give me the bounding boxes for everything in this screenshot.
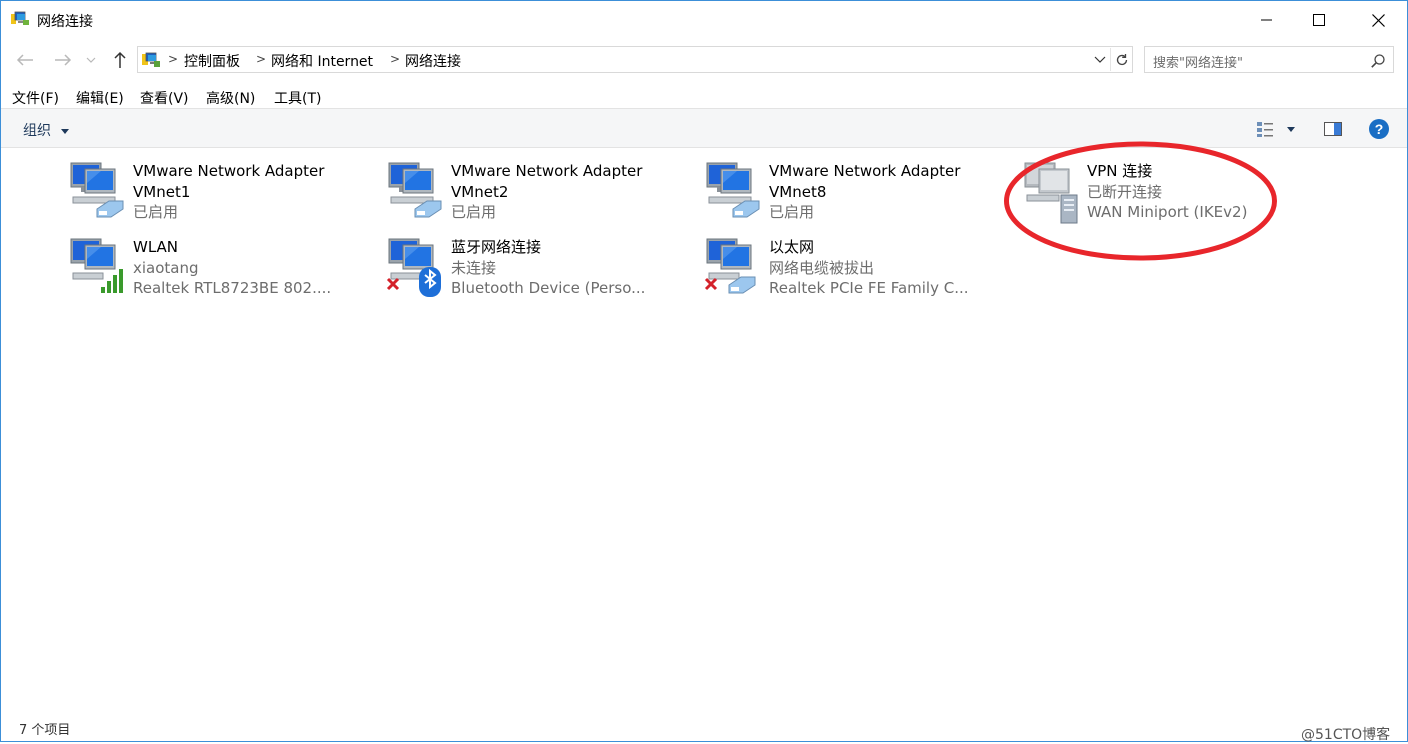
connection-status: 已启用 [133, 203, 179, 221]
title-bar: 网络连接 [1, 1, 1407, 39]
chevron-down-icon [1094, 56, 1106, 63]
connection-name-line2: VMnet1 [133, 182, 191, 201]
menu-edit[interactable]: 编辑(E) [76, 88, 124, 108]
minimize-icon [1261, 19, 1272, 21]
connection-status: xiaotang [133, 258, 199, 277]
breadcrumb-network-internet[interactable]: 网络和 Internet [271, 51, 373, 71]
minimize-button[interactable] [1244, 1, 1290, 39]
organize-button[interactable]: 组织 [23, 120, 70, 140]
address-dropdown-button[interactable] [1090, 48, 1110, 71]
forward-arrow-icon [55, 54, 72, 66]
change-view-button[interactable] [1254, 118, 1276, 140]
search-box[interactable]: 搜索"网络连接" [1144, 46, 1394, 73]
bluetooth-adapter-icon [385, 237, 447, 301]
connection-device: WAN Miniport (IKEv2) [1087, 203, 1248, 221]
breadcrumb-control-panel[interactable]: 控制面板 [184, 51, 240, 71]
svg-text:?: ? [1375, 121, 1384, 137]
connection-status: 已启用 [769, 203, 815, 221]
forward-button[interactable] [51, 47, 75, 73]
recent-locations-button[interactable] [83, 47, 99, 73]
refresh-button[interactable] [1110, 48, 1133, 71]
wifi-adapter-icon [67, 237, 129, 301]
connection-device: Realtek PCIe FE Family C... [769, 279, 969, 297]
connection-status: 已断开连接 [1087, 182, 1163, 201]
connection-name: VMware Network Adapter [451, 162, 643, 180]
network-connections-icon [11, 11, 29, 27]
control-panel-icon [142, 51, 160, 69]
connection-vmnet1[interactable]: VMware Network Adapter VMnet1 已启用 [67, 161, 377, 231]
menu-tools[interactable]: 工具(T) [274, 88, 321, 108]
search-icon[interactable] [1371, 53, 1385, 72]
network-adapter-icon [703, 161, 765, 225]
breadcrumb-separator-icon[interactable]: > [390, 52, 400, 66]
window: 网络连接 > 控制面板 > 网络和 Internet > 网络连接 搜索"网络连… [0, 0, 1408, 743]
watermark: @51CTO博客 [1301, 727, 1391, 743]
preview-pane-button[interactable] [1321, 118, 1345, 140]
connection-device: Realtek RTL8723BE 802.... [133, 279, 332, 297]
search-placeholder[interactable]: 搜索"网络连接" [1153, 52, 1243, 71]
breadcrumb-network-connections[interactable]: 网络连接 [405, 51, 461, 71]
connection-name: WLAN [133, 238, 179, 256]
connection-vpn[interactable]: VPN 连接 已断开连接 WAN Miniport (IKEv2) [1021, 161, 1331, 231]
maximize-button[interactable] [1296, 1, 1342, 39]
window-title: 网络连接 [37, 14, 93, 30]
connection-status: 已启用 [451, 203, 497, 221]
connection-name-line2: VMnet2 [451, 182, 509, 201]
connection-vmnet2[interactable]: VMware Network Adapter VMnet2 已启用 [385, 161, 695, 231]
up-button[interactable] [108, 47, 132, 73]
help-icon: ? [1369, 119, 1389, 139]
back-button[interactable] [13, 47, 37, 73]
dropdown-arrow-icon [1287, 126, 1295, 132]
preview-pane-icon [1324, 122, 1342, 136]
network-adapter-icon [67, 161, 129, 225]
back-arrow-icon [16, 54, 33, 66]
connection-status: 网络电缆被拔出 [769, 258, 875, 277]
address-bar[interactable]: > 控制面板 > 网络和 Internet > 网络连接 [137, 46, 1133, 73]
connection-status: 未连接 [451, 258, 497, 277]
menu-advanced[interactable]: 高级(N) [206, 88, 255, 108]
status-bar: 7 个项目 @51CTO博客 [1, 709, 1407, 743]
vpn-connection-icon [1021, 161, 1083, 225]
item-count: 7 个项目 [19, 723, 71, 738]
menu-bar: 文件(F) 编辑(E) 查看(V) 高级(N) 工具(T) [1, 85, 1407, 107]
refresh-icon [1116, 53, 1128, 65]
connection-bluetooth[interactable]: 蓝牙网络连接 未连接 Bluetooth Device (Perso... [385, 237, 695, 307]
connection-name: VMware Network Adapter [769, 162, 961, 180]
maximize-icon [1313, 14, 1325, 26]
breadcrumb-separator-icon[interactable]: > [256, 52, 266, 66]
connection-wlan[interactable]: WLAN xiaotang Realtek RTL8723BE 802.... [67, 237, 377, 307]
ethernet-adapter-icon [703, 237, 765, 301]
menu-file[interactable]: 文件(F) [12, 88, 59, 108]
connection-device: Bluetooth Device (Perso... [451, 279, 646, 297]
connection-name: 以太网 [769, 238, 815, 256]
network-adapter-icon [385, 161, 447, 225]
connection-ethernet[interactable]: 以太网 网络电缆被拔出 Realtek PCIe FE Family C... [703, 237, 1013, 307]
connection-name-line2: VMnet8 [769, 182, 827, 201]
command-bar: 组织 ? [1, 108, 1407, 148]
breadcrumb-separator-icon[interactable]: > [168, 52, 178, 66]
view-options-dropdown[interactable] [1284, 118, 1298, 140]
connection-vmnet8[interactable]: VMware Network Adapter VMnet8 已启用 [703, 161, 1013, 231]
connection-name: VMware Network Adapter [133, 162, 325, 180]
up-arrow-icon [114, 51, 126, 68]
help-button[interactable]: ? [1368, 118, 1390, 140]
dropdown-arrow-icon [61, 128, 70, 134]
chevron-down-icon [86, 57, 96, 63]
view-details-icon [1257, 122, 1273, 137]
connection-name: 蓝牙网络连接 [451, 238, 542, 256]
menu-view[interactable]: 查看(V) [140, 88, 189, 108]
connections-list: VMware Network Adapter VMnet1 已启用 VMware… [1, 148, 1407, 708]
close-button[interactable] [1355, 1, 1401, 39]
organize-label: 组织 [23, 123, 51, 139]
close-icon [1371, 13, 1385, 27]
connection-name: VPN 连接 [1087, 162, 1153, 180]
